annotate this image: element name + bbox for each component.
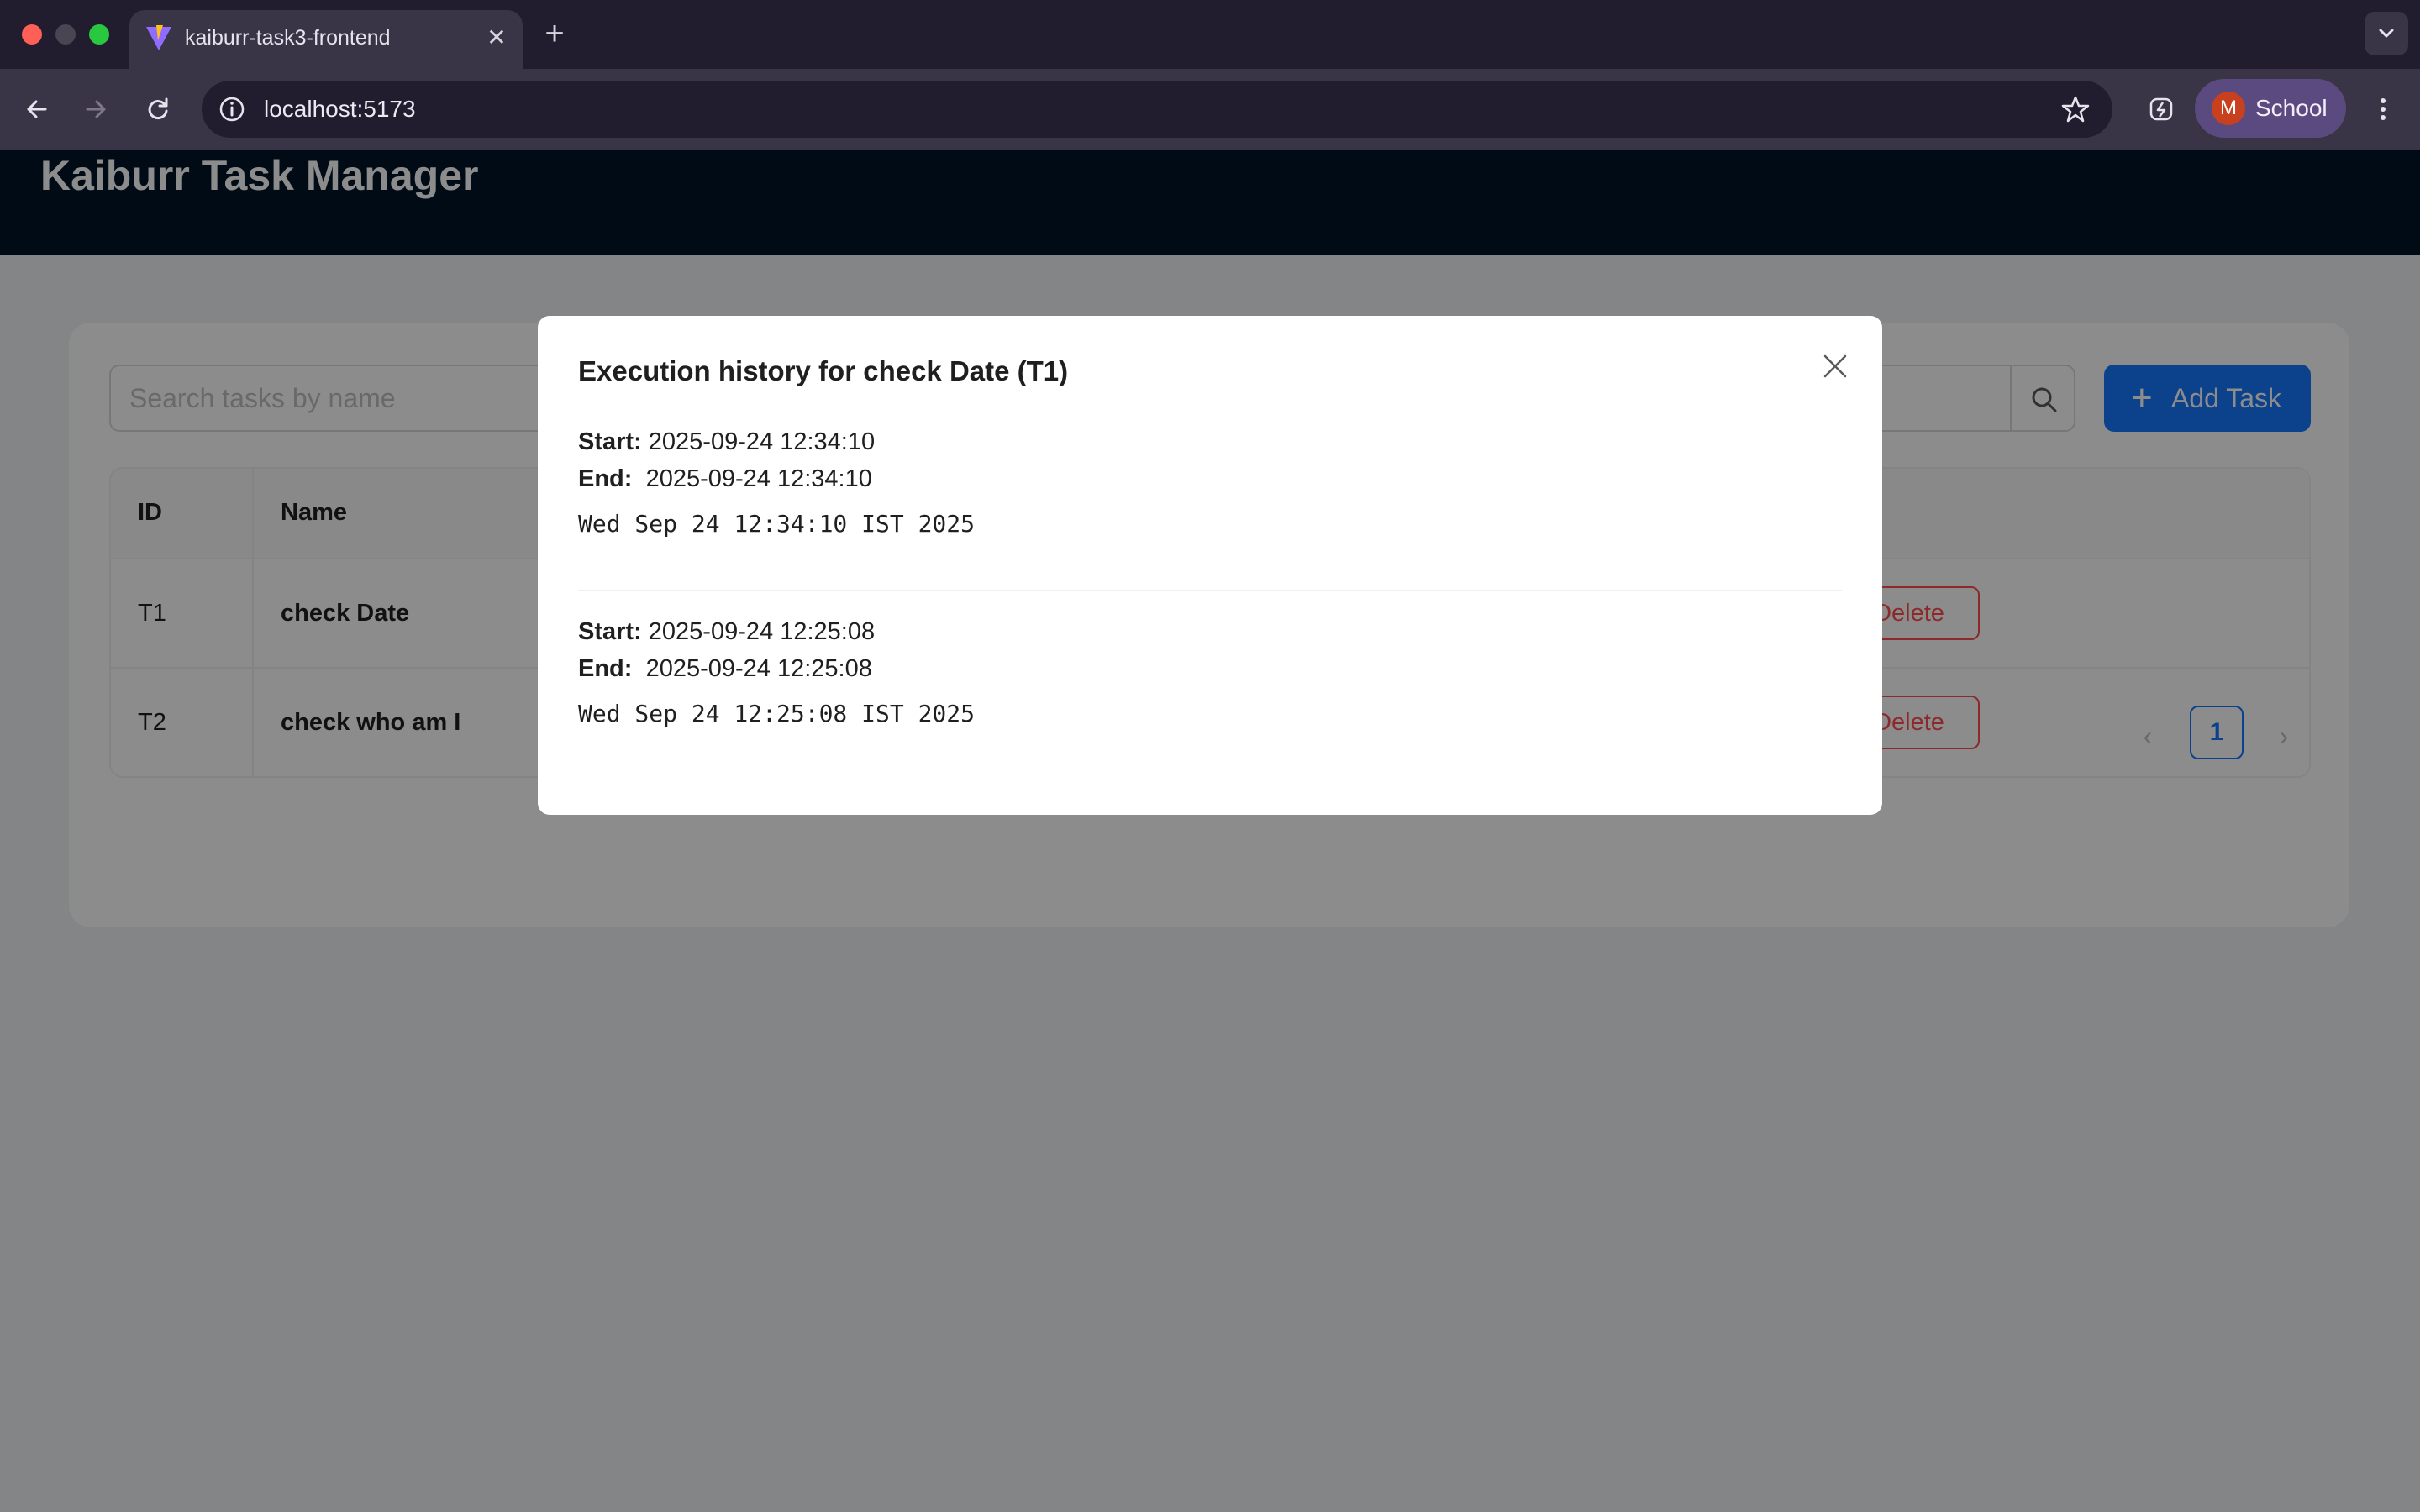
kebab-menu-icon[interactable] (2368, 89, 2398, 129)
chevron-down-icon (2379, 29, 2394, 38)
vite-logo-icon (146, 25, 171, 50)
window-zoom-button[interactable] (89, 24, 109, 45)
tab-close-icon[interactable]: ✕ (484, 25, 509, 50)
start-label: Start: (578, 618, 642, 645)
browser-tab-active[interactable]: kaiburr-task3-frontend ✕ (129, 10, 523, 69)
end-value: 2025-09-24 12:34:10 (645, 465, 872, 492)
execution-output: Wed Sep 24 12:25:08 IST 2025 (578, 700, 976, 727)
close-icon[interactable] (1818, 349, 1852, 383)
execution-end: End: 2025-09-24 12:34:10 (578, 462, 872, 496)
execution-output: Wed Sep 24 12:34:10 IST 2025 (578, 510, 976, 538)
tab-title: kaiburr-task3-frontend (185, 26, 391, 50)
profile-button[interactable]: M School (2195, 79, 2346, 138)
reload-icon[interactable] (138, 89, 178, 129)
profile-avatar: M (2212, 92, 2245, 125)
address-bar[interactable]: localhost:5173 (202, 81, 2112, 138)
start-label: Start: (578, 428, 642, 455)
site-info-icon[interactable] (215, 92, 249, 126)
execution-history-modal: Execution history for check Date (T1) St… (538, 316, 1882, 815)
profile-label: School (2255, 95, 2328, 121)
forward-arrow-icon[interactable] (76, 89, 116, 129)
url-text: localhost:5173 (264, 96, 416, 122)
entry-divider (578, 590, 1842, 591)
modal-title: Execution history for check Date (T1) (578, 355, 1069, 386)
extension-icon[interactable] (2141, 89, 2181, 129)
browser-toolbar: localhost:5173 M School (0, 69, 2420, 150)
start-value: 2025-09-24 12:25:08 (648, 618, 876, 645)
screen: kaiburr-task3-frontend ✕ + localhost:517… (0, 0, 2420, 1512)
execution-start: Start: 2025-09-24 12:25:08 (578, 615, 875, 648)
end-label: End: (578, 655, 633, 682)
new-tab-button[interactable]: + (539, 17, 570, 50)
bookmark-star-icon[interactable] (2059, 92, 2092, 126)
end-label: End: (578, 465, 633, 492)
back-arrow-icon[interactable] (17, 89, 57, 129)
window-close-button[interactable] (22, 24, 42, 45)
start-value: 2025-09-24 12:34:10 (648, 428, 876, 455)
tab-search-button[interactable] (2365, 12, 2408, 55)
execution-end: End: 2025-09-24 12:25:08 (578, 652, 872, 685)
window-minimize-button[interactable] (55, 24, 76, 45)
execution-start: Start: 2025-09-24 12:34:10 (578, 425, 875, 459)
end-value: 2025-09-24 12:25:08 (645, 655, 872, 682)
browser-tabstrip: kaiburr-task3-frontend ✕ + (0, 0, 2420, 69)
